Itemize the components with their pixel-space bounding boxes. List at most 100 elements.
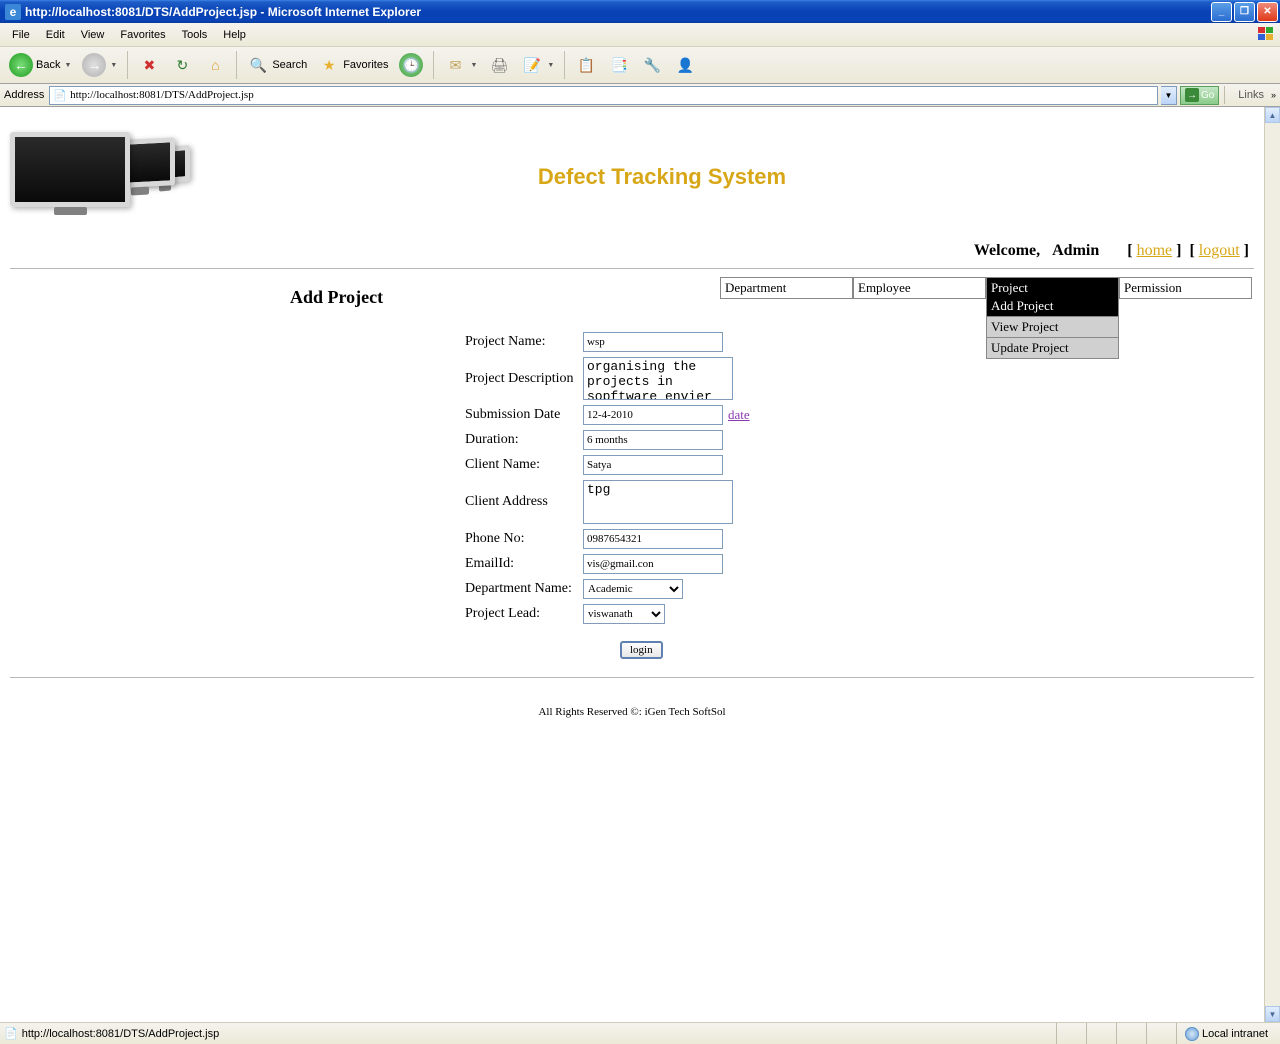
menu-edit[interactable]: Edit	[38, 26, 73, 44]
mail-button[interactable]: ✉▼	[440, 51, 481, 79]
forward-button[interactable]: → ▼	[78, 50, 121, 80]
menu-tools[interactable]: Tools	[174, 26, 216, 44]
project-submenu: Add Project View Project Update Project	[986, 296, 1119, 359]
chevron-down-icon: ▼	[470, 62, 477, 69]
date-link[interactable]: date	[728, 407, 750, 423]
back-button[interactable]: ← Back ▼	[5, 50, 75, 80]
logout-link[interactable]: logout	[1199, 242, 1240, 259]
main-content: Add Project Department Employee Project …	[10, 269, 1254, 667]
stop-button[interactable]: ✖	[134, 51, 164, 79]
dept-name-label: Department Name:	[465, 581, 583, 597]
refresh-button[interactable]: ↻	[167, 51, 197, 79]
footer-text: All Rights Reserved ©: iGen Tech SoftSol	[10, 678, 1254, 746]
email-input[interactable]	[583, 554, 723, 574]
submission-date-label: Submission Date	[465, 407, 583, 423]
window-titlebar: e http://localhost:8081/DTS/AddProject.j…	[0, 0, 1280, 23]
mail-icon: ✉	[444, 54, 466, 76]
client-name-label: Client Name:	[465, 457, 583, 473]
go-label: Go	[1201, 90, 1214, 101]
discuss-button[interactable]: 📋	[571, 51, 601, 79]
login-button[interactable]: login	[620, 641, 663, 659]
phone-label: Phone No:	[465, 531, 583, 547]
page-header: Defect Tracking System	[10, 107, 1254, 237]
go-button[interactable]: →Go	[1180, 86, 1219, 105]
history-button[interactable]: 🕒	[395, 50, 427, 80]
menu-favorites[interactable]: Favorites	[112, 26, 173, 44]
chevron-right-icon: »	[1271, 90, 1276, 100]
nav-employee[interactable]: Employee	[853, 277, 986, 299]
tool-button[interactable]: 🔧	[637, 51, 667, 79]
client-address-textarea[interactable]: tpg	[583, 480, 733, 524]
email-label: EmailId:	[465, 556, 583, 572]
home-link[interactable]: home	[1137, 242, 1173, 259]
submenu-view-project[interactable]: View Project	[986, 317, 1119, 338]
edit-icon: 📝	[521, 54, 543, 76]
links-label[interactable]: Links	[1234, 89, 1268, 101]
home-button[interactable]: ⌂	[200, 51, 230, 79]
status-segment	[1146, 1023, 1176, 1044]
search-button[interactable]: 🔍 Search	[243, 51, 311, 79]
messenger-icon: 👤	[674, 54, 696, 76]
status-bar: 📄 http://localhost:8081/DTS/AddProject.j…	[0, 1022, 1280, 1044]
dept-name-select[interactable]: Academic	[583, 579, 683, 599]
refresh-icon: ↻	[171, 54, 193, 76]
research-button[interactable]: 📑	[604, 51, 634, 79]
discuss-icon: 📋	[575, 54, 597, 76]
zone-label: Local intranet	[1202, 1028, 1268, 1040]
menu-help[interactable]: Help	[215, 26, 254, 44]
nav-department[interactable]: Department	[720, 277, 853, 299]
logo-image	[10, 127, 190, 227]
project-name-input[interactable]	[583, 332, 723, 352]
separator	[127, 51, 128, 79]
address-bar: Address 📄 ▼ →Go Links »	[0, 84, 1280, 107]
menu-bar: File Edit View Favorites Tools Help	[0, 23, 1280, 47]
submenu-update-project[interactable]: Update Project	[986, 338, 1119, 359]
favorites-button[interactable]: ★ Favorites	[314, 51, 392, 79]
submenu-add-project[interactable]: Add Project	[986, 296, 1119, 317]
minimize-button[interactable]: _	[1211, 2, 1232, 22]
ie-icon: e	[5, 4, 21, 20]
history-icon: 🕒	[399, 53, 423, 77]
favorites-label: Favorites	[343, 59, 388, 71]
stop-icon: ✖	[138, 54, 160, 76]
separator	[1224, 86, 1225, 104]
client-name-input[interactable]	[583, 455, 723, 475]
duration-input[interactable]	[583, 430, 723, 450]
url-input[interactable]	[70, 89, 1154, 101]
url-dropdown[interactable]: ▼	[1161, 86, 1177, 105]
print-icon: 🖨	[488, 54, 510, 76]
status-segment	[1116, 1023, 1146, 1044]
edit-button[interactable]: 📝▼	[517, 51, 558, 79]
menu-view[interactable]: View	[73, 26, 113, 44]
close-button[interactable]: ✕	[1257, 2, 1278, 22]
back-label: Back	[36, 59, 60, 71]
research-icon: 📑	[608, 54, 630, 76]
window-title: http://localhost:8081/DTS/AddProject.jsp…	[25, 5, 1211, 19]
tool-icon: 🔧	[641, 54, 663, 76]
vertical-scrollbar[interactable]: ▲ ▼	[1264, 107, 1280, 1022]
maximize-button[interactable]: ❐	[1234, 2, 1255, 22]
print-button[interactable]: 🖨	[484, 51, 514, 79]
home-icon: ⌂	[204, 54, 226, 76]
nav-permission[interactable]: Permission	[1119, 277, 1252, 299]
scroll-up-button[interactable]: ▲	[1265, 107, 1280, 123]
address-label: Address	[4, 89, 44, 101]
app-title: Defect Tracking System	[70, 164, 1254, 190]
menu-file[interactable]: File	[4, 26, 38, 44]
status-segment	[1086, 1023, 1116, 1044]
project-lead-select[interactable]: viswanath	[583, 604, 665, 624]
project-lead-label: Project Lead:	[465, 606, 583, 622]
separator	[236, 51, 237, 79]
messenger-button[interactable]: 👤	[670, 51, 700, 79]
submission-date-input[interactable]	[583, 405, 723, 425]
phone-input[interactable]	[583, 529, 723, 549]
project-desc-textarea[interactable]: organising the projects in sopftware env…	[583, 357, 733, 400]
toolbar: ← Back ▼ → ▼ ✖ ↻ ⌂ 🔍 Search ★ Favorites …	[0, 47, 1280, 84]
page-icon: 📄	[53, 89, 67, 102]
separator	[433, 51, 434, 79]
chevron-down-icon: ▼	[547, 62, 554, 69]
forward-icon: →	[82, 53, 106, 77]
scroll-down-button[interactable]: ▼	[1265, 1006, 1280, 1022]
chevron-down-icon: ▼	[110, 62, 117, 69]
back-icon: ←	[9, 53, 33, 77]
